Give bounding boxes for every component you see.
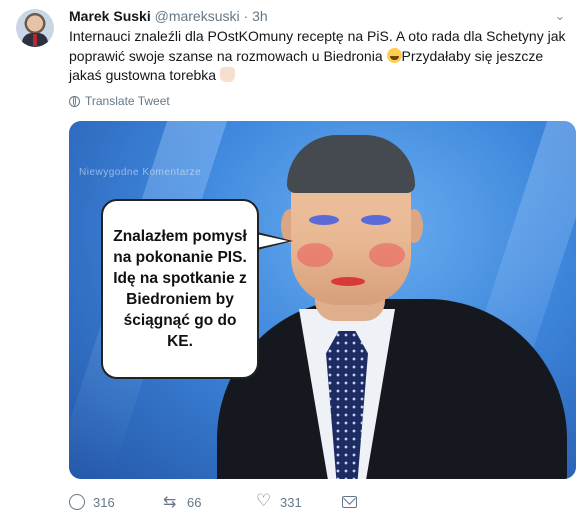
eyeshadow-right bbox=[361, 215, 391, 225]
retweet-button[interactable]: 66 bbox=[163, 492, 256, 512]
blush-right bbox=[369, 243, 405, 267]
like-button[interactable]: 331 bbox=[256, 491, 342, 511]
speech-bubble-text: Znalazłem pomysł na pokonanie PIS. Idę n… bbox=[113, 228, 247, 350]
author-name[interactable]: Marek Suski bbox=[69, 8, 151, 24]
direct-message-icon bbox=[342, 496, 357, 508]
avatar-tie bbox=[33, 34, 37, 46]
like-count: 331 bbox=[280, 494, 302, 510]
tweet-text: Internauci znaleźli dla POstKOmuny recep… bbox=[69, 27, 574, 86]
reply-button[interactable]: 316 bbox=[69, 494, 163, 510]
chevron-down-icon[interactable]: ⌄ bbox=[552, 8, 568, 24]
tweet-header: Marek Suski @mareksuski · 3h bbox=[69, 8, 268, 24]
man-hair bbox=[287, 135, 415, 193]
translate-label: Translate Tweet bbox=[85, 94, 170, 108]
avatar[interactable] bbox=[16, 9, 54, 47]
reply-icon bbox=[69, 494, 85, 510]
lipstick bbox=[331, 277, 365, 286]
like-icon bbox=[256, 491, 272, 511]
blush-left bbox=[297, 243, 333, 267]
tweet-time[interactable]: 3h bbox=[252, 8, 268, 24]
image-watermark: Niewygodne Komentarze bbox=[79, 167, 202, 178]
tweet-image[interactable]: Niewygodne Komentarze Znalazłem pomysł n… bbox=[69, 121, 576, 479]
header-separator: · bbox=[243, 8, 249, 24]
globe-icon bbox=[69, 95, 80, 107]
retweet-icon bbox=[163, 492, 179, 512]
author-handle[interactable]: @mareksuski bbox=[155, 8, 240, 24]
direct-message-button[interactable] bbox=[342, 496, 357, 508]
tweet-actions: 316 66 331 bbox=[69, 491, 357, 512]
ok-hand-icon bbox=[219, 67, 235, 82]
retweet-count: 66 bbox=[187, 494, 202, 510]
translate-tweet-link[interactable]: Translate Tweet bbox=[69, 94, 170, 108]
speech-bubble-tail bbox=[252, 231, 293, 251]
face-with-tears-of-joy-icon bbox=[386, 47, 402, 63]
speech-bubble: Znalazłem pomysł na pokonanie PIS. Idę n… bbox=[101, 199, 259, 379]
eyeshadow-left bbox=[309, 215, 339, 225]
reply-count: 316 bbox=[93, 494, 115, 510]
